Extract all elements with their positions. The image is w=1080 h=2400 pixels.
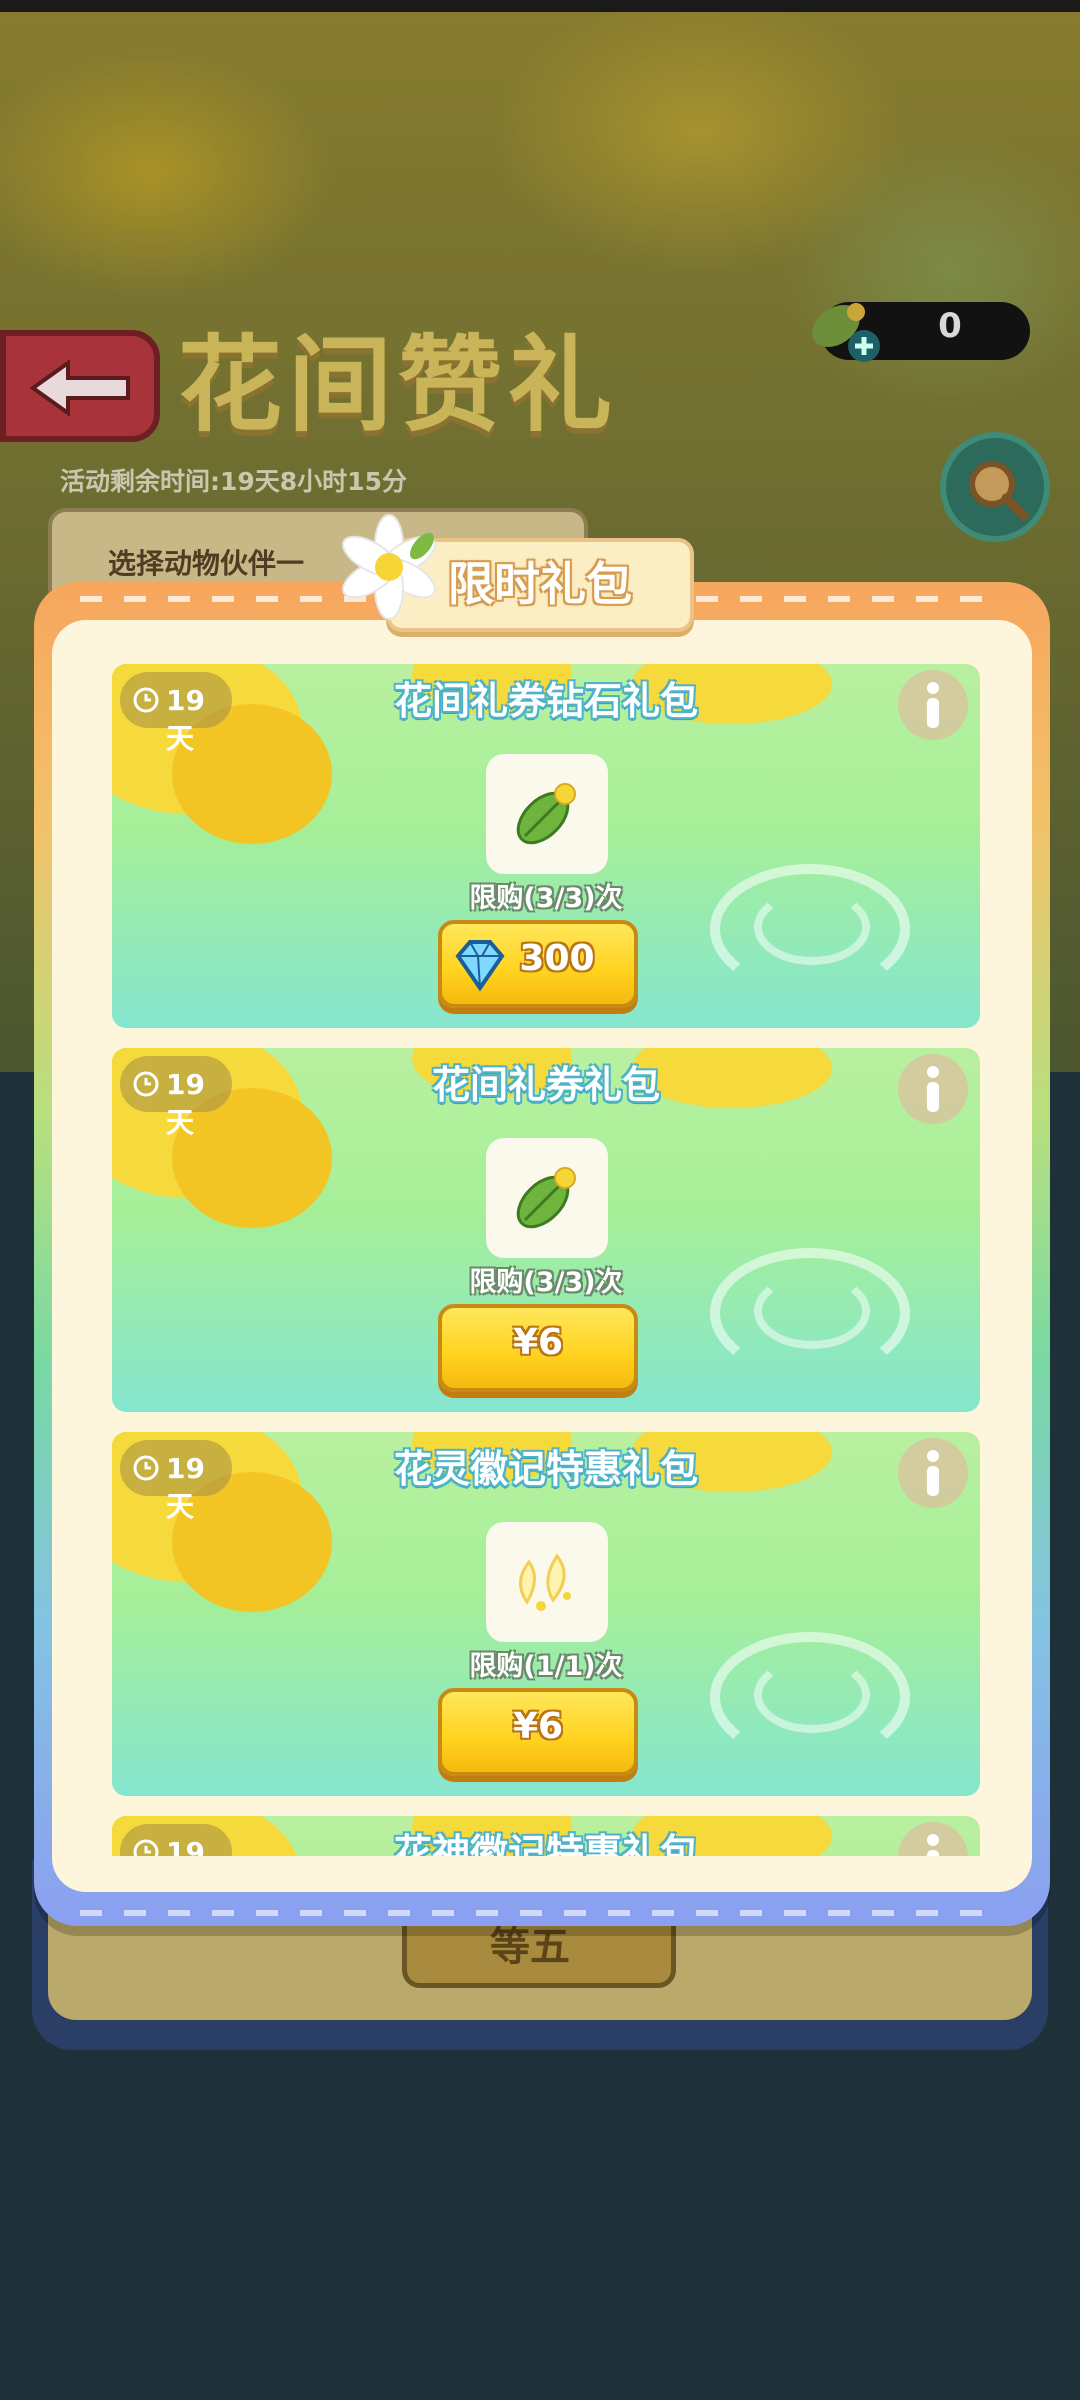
back-button[interactable] [0, 330, 160, 442]
pack-title: 花间礼券钻石礼包 [393, 679, 698, 723]
pack-card: 19天 花间礼券礼包 限购(3/3)次 ¥6 [112, 1048, 980, 1412]
purchase-limit: 限购(3/3)次 [469, 1267, 623, 1298]
back-arrow-icon [29, 359, 130, 417]
pack-item[interactable] [486, 754, 608, 874]
petal-emblem-icon [519, 1553, 571, 1611]
buy-button[interactable]: ¥6 [438, 1688, 638, 1776]
buy-price: ¥6 [512, 1706, 564, 1747]
pack-card: 19天 花间礼券钻石礼包 限购(3/3)次 300 [112, 664, 980, 1028]
status-bar [0, 0, 1080, 12]
info-icon [927, 1450, 939, 1496]
pack-card: 19天 花灵徽记特惠礼包 限购(1/1)次 ¥6 [112, 1432, 980, 1796]
buy-price: 300 [519, 938, 595, 979]
info-icon [927, 1834, 939, 1856]
pack-item[interactable] [486, 1522, 608, 1642]
purchase-limit: 限购(1/1)次 [469, 1651, 623, 1682]
buy-price: ¥6 [512, 1322, 564, 1363]
pack-list[interactable]: 19天 花间礼券钻石礼包 限购(3/3)次 300 19天 花间礼券礼包 限购(… [112, 664, 980, 1856]
buy-button[interactable]: 300 [438, 920, 638, 1008]
leaf-ticket-icon [516, 783, 576, 845]
purchase-limit: 限购(3/3)次 [469, 883, 623, 914]
partner-select-label: 选择动物伙伴一 [108, 547, 305, 580]
search-button[interactable] [940, 432, 1050, 542]
leaf-ticket-icon [516, 1167, 576, 1229]
buy-button[interactable]: ¥6 [438, 1304, 638, 1392]
event-title: 花间赞礼 [178, 323, 619, 446]
pack-item[interactable] [486, 1138, 608, 1258]
white-flower-icon [334, 512, 444, 626]
pack-title: 花间礼券礼包 [431, 1063, 660, 1107]
magnifier-icon [969, 461, 1029, 521]
pack-title: 花灵徽记特惠礼包 [393, 1447, 698, 1491]
currency-value: 0 [938, 306, 962, 346]
info-button[interactable] [898, 670, 968, 740]
info-button[interactable] [898, 1438, 968, 1508]
leaf-ticket-add-icon[interactable] [800, 292, 890, 376]
modal-dash-bottom [80, 1910, 1000, 1916]
info-icon [927, 682, 939, 728]
event-timer: 活动剩余时间:19天8小时15分 [60, 467, 407, 496]
pack-title: 花神徽记特惠礼包 [393, 1831, 698, 1856]
info-icon [927, 1066, 939, 1112]
diamond-icon [455, 940, 505, 992]
info-button[interactable] [898, 1054, 968, 1124]
pack-card: 19天 花神徽记特惠礼包 [112, 1816, 980, 1856]
